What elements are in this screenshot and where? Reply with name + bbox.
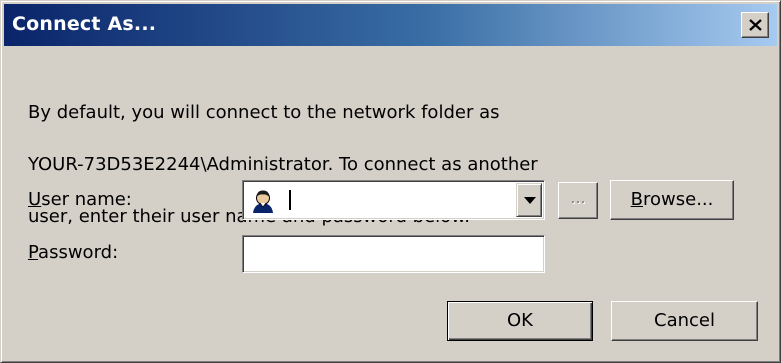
browse-button[interactable]: Browse... — [610, 180, 734, 220]
dialog-title: Connect As... — [12, 13, 157, 35]
username-label: User name: — [28, 189, 132, 210]
browse-mnemonic: B — [630, 189, 643, 210]
chevron-down-icon — [524, 197, 536, 204]
ellipsis-button[interactable]: ... — [558, 182, 598, 219]
text-caret — [289, 190, 291, 210]
username-combobox[interactable] — [242, 180, 545, 220]
username-label-rest: ser name: — [41, 189, 132, 210]
password-label-mnemonic: P — [28, 242, 39, 263]
username-label-mnemonic: U — [28, 189, 42, 210]
user-icon — [250, 188, 276, 214]
message-line: YOUR-73D53E2244\Administrator. To connec… — [28, 154, 538, 175]
title-bar[interactable]: Connect As... — [4, 4, 777, 46]
close-icon — [749, 19, 762, 31]
password-label-rest: assword: — [38, 242, 119, 263]
ok-button[interactable]: OK — [447, 301, 593, 341]
password-label: Password: — [28, 242, 118, 263]
browse-label: rowse... — [643, 189, 714, 210]
password-field[interactable] — [242, 235, 545, 273]
cancel-button[interactable]: Cancel — [611, 301, 758, 341]
username-dropdown-button[interactable] — [516, 183, 542, 217]
connect-as-dialog: Connect As... By default, you will conne… — [0, 0, 781, 363]
ellipsis-label: ... — [570, 188, 586, 207]
message-line: By default, you will connect to the netw… — [28, 102, 500, 123]
close-button[interactable] — [741, 12, 769, 38]
dialog-message: By default, you will connect to the netw… — [28, 74, 668, 256]
